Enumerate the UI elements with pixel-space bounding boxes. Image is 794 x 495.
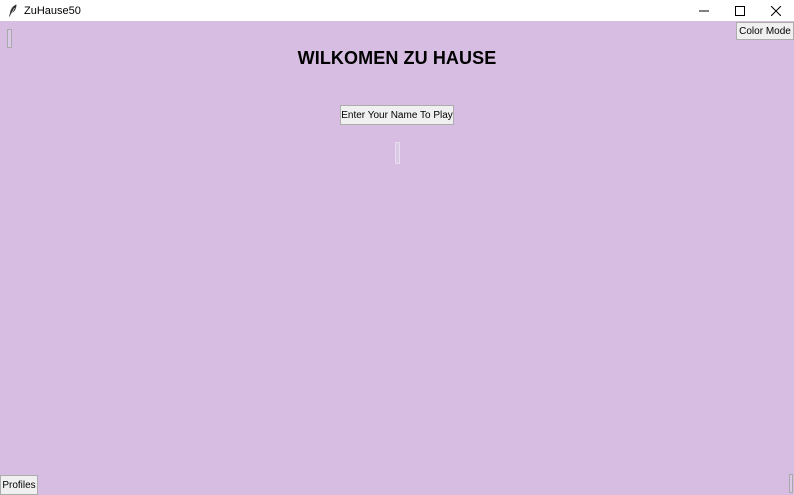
side-entry-field[interactable] [7,29,12,48]
window-title: ZuHause50 [24,4,81,17]
maximize-button[interactable] [722,0,758,21]
minimize-icon [699,10,709,11]
title-bar: ZuHause50 [0,0,794,21]
color-mode-button[interactable]: Color Mode [736,22,794,40]
feather-icon [6,4,20,18]
enter-name-button[interactable]: Enter Your Name To Play [340,105,454,125]
maximize-icon [735,5,745,16]
close-icon [771,5,781,16]
main-content: Color Mode WILKOMEN ZU HAUSE Enter Your … [0,21,794,495]
close-button[interactable] [758,0,794,21]
app-window: ZuHause50 Color Mode WILKOMEN ZU HAUSE E… [0,0,794,495]
window-controls [686,0,794,21]
page-title: WILKOMEN ZU HAUSE [297,48,497,68]
corner-entry-field[interactable] [789,474,793,493]
name-input[interactable] [395,142,400,164]
minimize-button[interactable] [686,0,722,21]
profiles-button[interactable]: Profiles [0,475,38,495]
